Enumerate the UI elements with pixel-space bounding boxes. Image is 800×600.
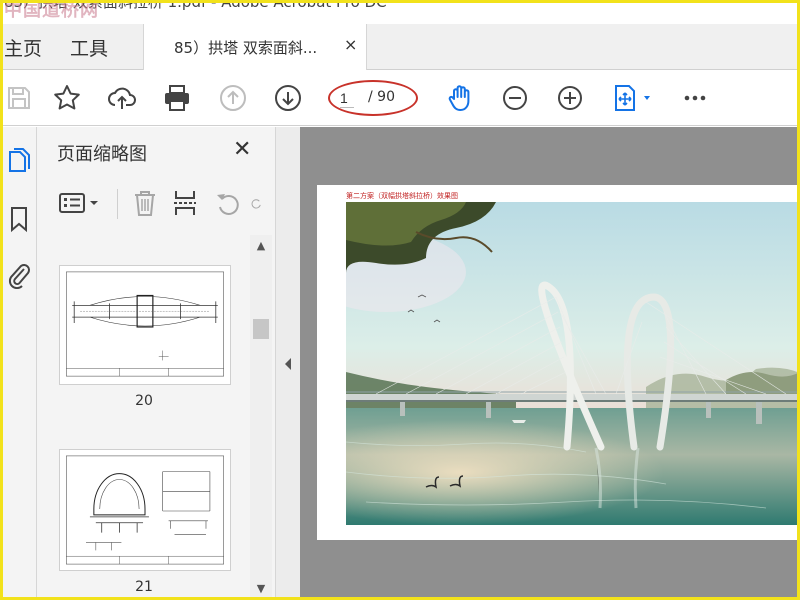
print-icon[interactable] <box>160 81 194 115</box>
navigation-rail <box>3 127 37 600</box>
rotate-ccw-icon[interactable] <box>213 187 241 219</box>
hand-tool-icon[interactable] <box>443 81 477 115</box>
thumbnail-list: 20 21 <box>37 235 251 600</box>
next-page-icon[interactable] <box>271 81 305 115</box>
scroll-up-icon[interactable]: ▲ <box>254 239 268 253</box>
main-toolbar: / 90 <box>0 70 800 126</box>
insert-page-icon[interactable] <box>171 187 199 219</box>
bookmark-star-icon[interactable] <box>50 81 84 115</box>
page-thumbnails-panel: 页面缩略图 ✕ 20 21 ▲ ▼ <box>37 127 275 600</box>
thumbnail-scrollbar[interactable]: ▲ ▼ <box>250 235 272 600</box>
thumbnail-options-icon[interactable] <box>57 187 103 219</box>
tab-tools[interactable]: 工具 <box>70 34 108 61</box>
upload-cloud-icon[interactable] <box>105 81 139 115</box>
save-icon[interactable] <box>2 81 36 115</box>
previous-page-icon[interactable] <box>216 81 250 115</box>
thumbnail-page-21[interactable] <box>59 449 231 571</box>
page-caption: 第二方案（双幅拱塔斜拉桥）效果图 <box>346 192 458 200</box>
bridge-rendering-image <box>346 202 800 525</box>
thumbnail-page-20[interactable] <box>59 265 231 385</box>
collapse-panel-icon[interactable] <box>283 352 293 376</box>
delete-page-icon[interactable] <box>131 187 159 219</box>
attachments-icon[interactable] <box>5 259 33 291</box>
drawing-thumbnail-20 <box>66 271 224 377</box>
watermark-logo: 中国道桥网 <box>4 0 99 21</box>
tab-document[interactable]: 85）拱塔 双索面斜... × <box>143 24 367 70</box>
zoom-out-icon[interactable] <box>498 81 532 115</box>
current-page-input[interactable] <box>340 88 354 108</box>
zoom-in-icon[interactable] <box>553 81 587 115</box>
scroll-down-icon[interactable]: ▼ <box>254 582 268 596</box>
document-tab-title: 85）拱塔 双索面斜... <box>174 39 318 57</box>
tab-bar: 主页 工具 85）拱塔 双索面斜... × <box>0 24 800 70</box>
more-icon[interactable] <box>678 81 712 115</box>
rotate-cw-icon[interactable] <box>251 187 263 219</box>
thumbnail-toolbar <box>37 179 275 227</box>
fit-page-icon[interactable] <box>608 81 654 115</box>
panel-title: 页面缩略图 <box>57 144 147 165</box>
toolbar-separator <box>117 189 118 219</box>
close-tab-icon[interactable]: × <box>344 35 357 54</box>
drawing-thumbnail-21 <box>66 455 224 565</box>
tab-home[interactable]: 主页 <box>4 34 42 61</box>
bookmarks-icon[interactable] <box>5 203 33 235</box>
title-bar: 85）拱塔 双索面斜拉桥 1.pdf - Adobe Acrobat Pro D… <box>0 0 800 24</box>
page-thumbnails-icon[interactable] <box>5 145 33 177</box>
scrollbar-thumb[interactable] <box>253 319 269 339</box>
thumbnail-label-21: 21 <box>135 579 153 595</box>
total-pages-label: / 90 <box>368 89 395 105</box>
close-panel-icon[interactable]: ✕ <box>233 137 251 162</box>
thumbnail-label-20: 20 <box>135 393 153 409</box>
